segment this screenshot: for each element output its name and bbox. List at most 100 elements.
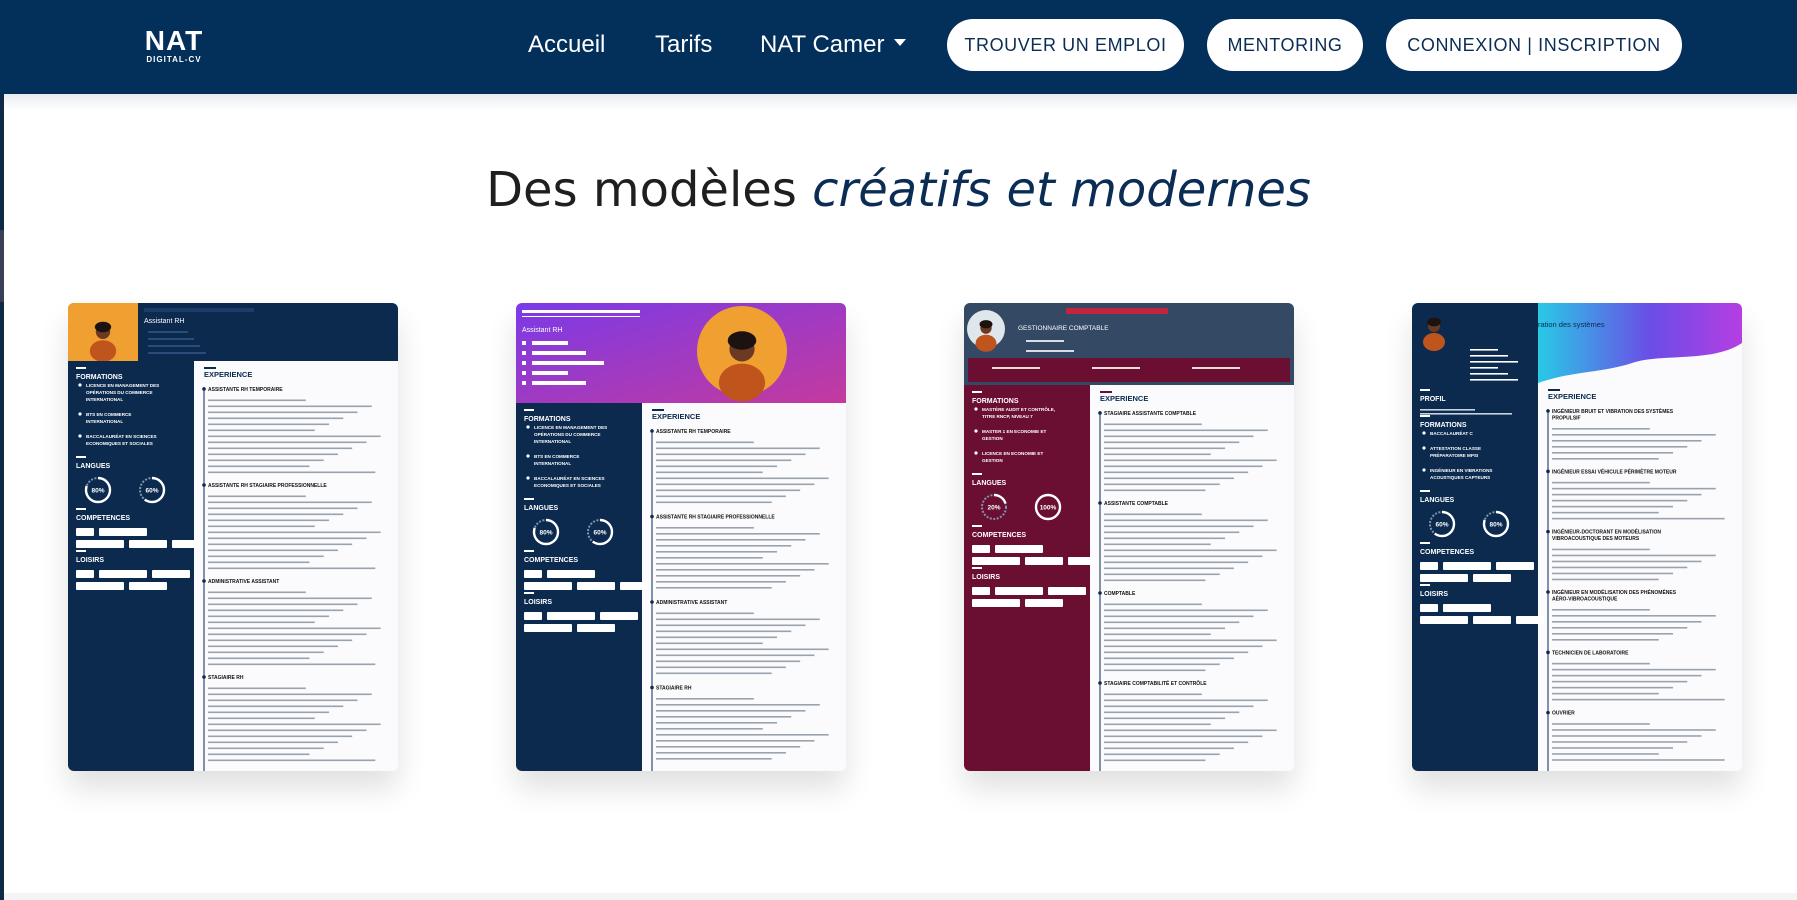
cv-skill-chip <box>1068 557 1096 565</box>
cv-template-card-burgundy[interactable]: GESTIONNAIRE COMPTABLE FORMATIONS MASTÈRE … <box>964 303 1294 771</box>
nav-link-tarifs[interactable]: Tarifs <box>655 27 712 63</box>
login-register-button[interactable]: CONNEXION | INSCRIPTION <box>1386 19 1682 71</box>
find-job-button[interactable]: TROUVER UN EMPLOI <box>947 19 1184 71</box>
cv-job-desc-line <box>656 672 772 675</box>
cv-job-desc-line <box>208 555 324 558</box>
section-title: Des modèles créatifs et modernes <box>0 155 1797 225</box>
cv-job-desc-line <box>1104 537 1226 540</box>
cv-job-desc-line <box>1552 493 1702 496</box>
nav-dropdown-nat-camer[interactable]: NAT Camer <box>760 27 907 63</box>
cv-name-bar <box>522 310 640 313</box>
cv-timeline-dot <box>650 429 654 433</box>
cv-job-desc-line <box>1104 423 1202 426</box>
cv-job-desc-line <box>656 660 801 663</box>
section-title-emphasis: créatifs et modernes <box>812 162 1311 218</box>
cv-photo-hair <box>979 320 993 329</box>
cv-skill-chip <box>995 587 1043 595</box>
cv-section-heading: LOISIRS <box>1420 591 1448 598</box>
cv-timeline-dot <box>1422 468 1426 472</box>
cv-section-heading: EXPERIENCE <box>204 370 252 379</box>
cv-job-desc-line <box>1104 447 1226 450</box>
cv-template-card-navy[interactable]: Assistant RH FORMATIONS LICENCE EN MANAGEM… <box>68 303 398 771</box>
cv-contact-line <box>532 351 586 355</box>
cv-section-marker <box>1420 542 1430 544</box>
cv-job-desc-line <box>656 746 801 748</box>
cv-job-desc-line <box>1104 657 1234 660</box>
cv-profile-line <box>1420 413 1512 415</box>
mentoring-button[interactable]: MENTORING <box>1207 19 1363 71</box>
cv-job-desc-line <box>208 633 367 636</box>
cv-job-desc-line <box>1552 578 1659 581</box>
nat-digital-cv-logo[interactable]: NAT DIGITAL-CV <box>138 27 210 65</box>
cv-job-desc-line <box>656 728 763 730</box>
cv-job-desc-line <box>208 411 358 414</box>
cv-job-desc-line <box>208 435 381 438</box>
cv-job-desc-line <box>656 459 792 462</box>
cv-job-desc-line <box>1104 543 1211 546</box>
cv-address-line <box>992 367 1040 369</box>
cv-photo-hair <box>727 331 757 350</box>
cv-timeline-rule <box>1547 409 1549 771</box>
cv-section-marker <box>204 367 216 369</box>
section-bottom-divider <box>4 893 1797 900</box>
cv-job-desc-line <box>1552 662 1650 665</box>
cv-job-desc-line <box>1552 440 1702 442</box>
cv-job-desc-line <box>208 603 358 606</box>
cv-contact-line <box>1470 355 1508 357</box>
cv-job-desc-line <box>1552 753 1659 755</box>
cv-job-desc-line <box>656 612 754 615</box>
cv-job-desc-line <box>656 447 820 450</box>
cv-job-desc-line <box>208 465 310 468</box>
cv-template-card-purple[interactable]: Assistant RH FORMATIONS LICENCE EN MANAGEM… <box>516 303 846 771</box>
cv-job-title: Assistant RH <box>144 318 184 325</box>
cv-skill-chip <box>600 612 638 620</box>
cv-job-desc-line <box>1552 639 1659 641</box>
cv-timeline-dot <box>1546 409 1550 413</box>
cv-job-title: propulsif <box>1470 330 1499 339</box>
cv-job-desc-line <box>208 549 338 552</box>
cv-job-desc-line <box>1104 633 1211 636</box>
cv-job-desc-line <box>1552 729 1716 731</box>
cv-name-bar <box>144 308 254 312</box>
cv-preview-purple: Assistant RH FORMATIONS LICENCE EN MANAGEM… <box>516 303 846 771</box>
cv-skill-chip <box>152 570 190 578</box>
cv-section-marker <box>972 391 982 393</box>
cv-job-desc-line <box>1552 499 1688 502</box>
cv-section-marker <box>1548 389 1560 391</box>
cv-job-desc-line <box>656 557 763 559</box>
cv-job-desc-line <box>1552 698 1725 701</box>
cv-job-desc-line <box>1104 663 1220 666</box>
cv-job-desc-line <box>208 759 376 762</box>
cv-photo-shoulders <box>1423 333 1445 351</box>
cv-job-desc-line <box>208 609 344 612</box>
cv-template-card-gradient[interactable]: NAT NATHAN Ingénieur bruit et vibration d… <box>1412 303 1742 771</box>
cv-job-desc-line <box>208 717 315 720</box>
cv-job-desc-line <box>656 654 815 657</box>
cv-address-band <box>968 358 1290 382</box>
cv-job-desc-line <box>656 704 820 706</box>
cv-job-desc-line <box>1104 639 1277 642</box>
cv-job-desc-line <box>656 752 786 754</box>
cv-job-desc-line <box>208 591 306 594</box>
cv-job-desc-line <box>208 639 353 642</box>
cv-job-desc-line <box>656 563 829 565</box>
cv-job-desc-line <box>656 630 792 633</box>
cv-formation-title: GESTION <box>982 436 1003 441</box>
cv-language-ring-value: 80% <box>1489 522 1502 529</box>
cv-job-desc-line <box>208 423 330 426</box>
cv-job-desc-line <box>1104 729 1277 732</box>
cv-timeline-dot <box>1546 650 1550 655</box>
cv-job-desc-line <box>208 621 315 624</box>
cv-formation-title: ECONOMIQUES ET SOCIALES <box>534 483 601 488</box>
cv-section-marker <box>1420 389 1430 391</box>
cv-job-desc-line <box>656 545 792 547</box>
nav-link-accueil[interactable]: Accueil <box>528 27 605 63</box>
cv-preview-gradient: NAT NATHAN Ingénieur bruit et vibration d… <box>1412 303 1742 771</box>
cv-job-desc-line <box>1552 735 1702 737</box>
cv-contact-line <box>1470 379 1518 381</box>
cv-job-desc-line <box>1104 693 1202 696</box>
cv-job-desc-line <box>656 575 801 577</box>
cv-job-entry: ASSISTANTE RH STAGIAIRE PROFESSIONNELLE <box>208 483 327 489</box>
cv-job-desc-line <box>656 648 829 651</box>
cv-job-desc-line <box>656 710 806 712</box>
